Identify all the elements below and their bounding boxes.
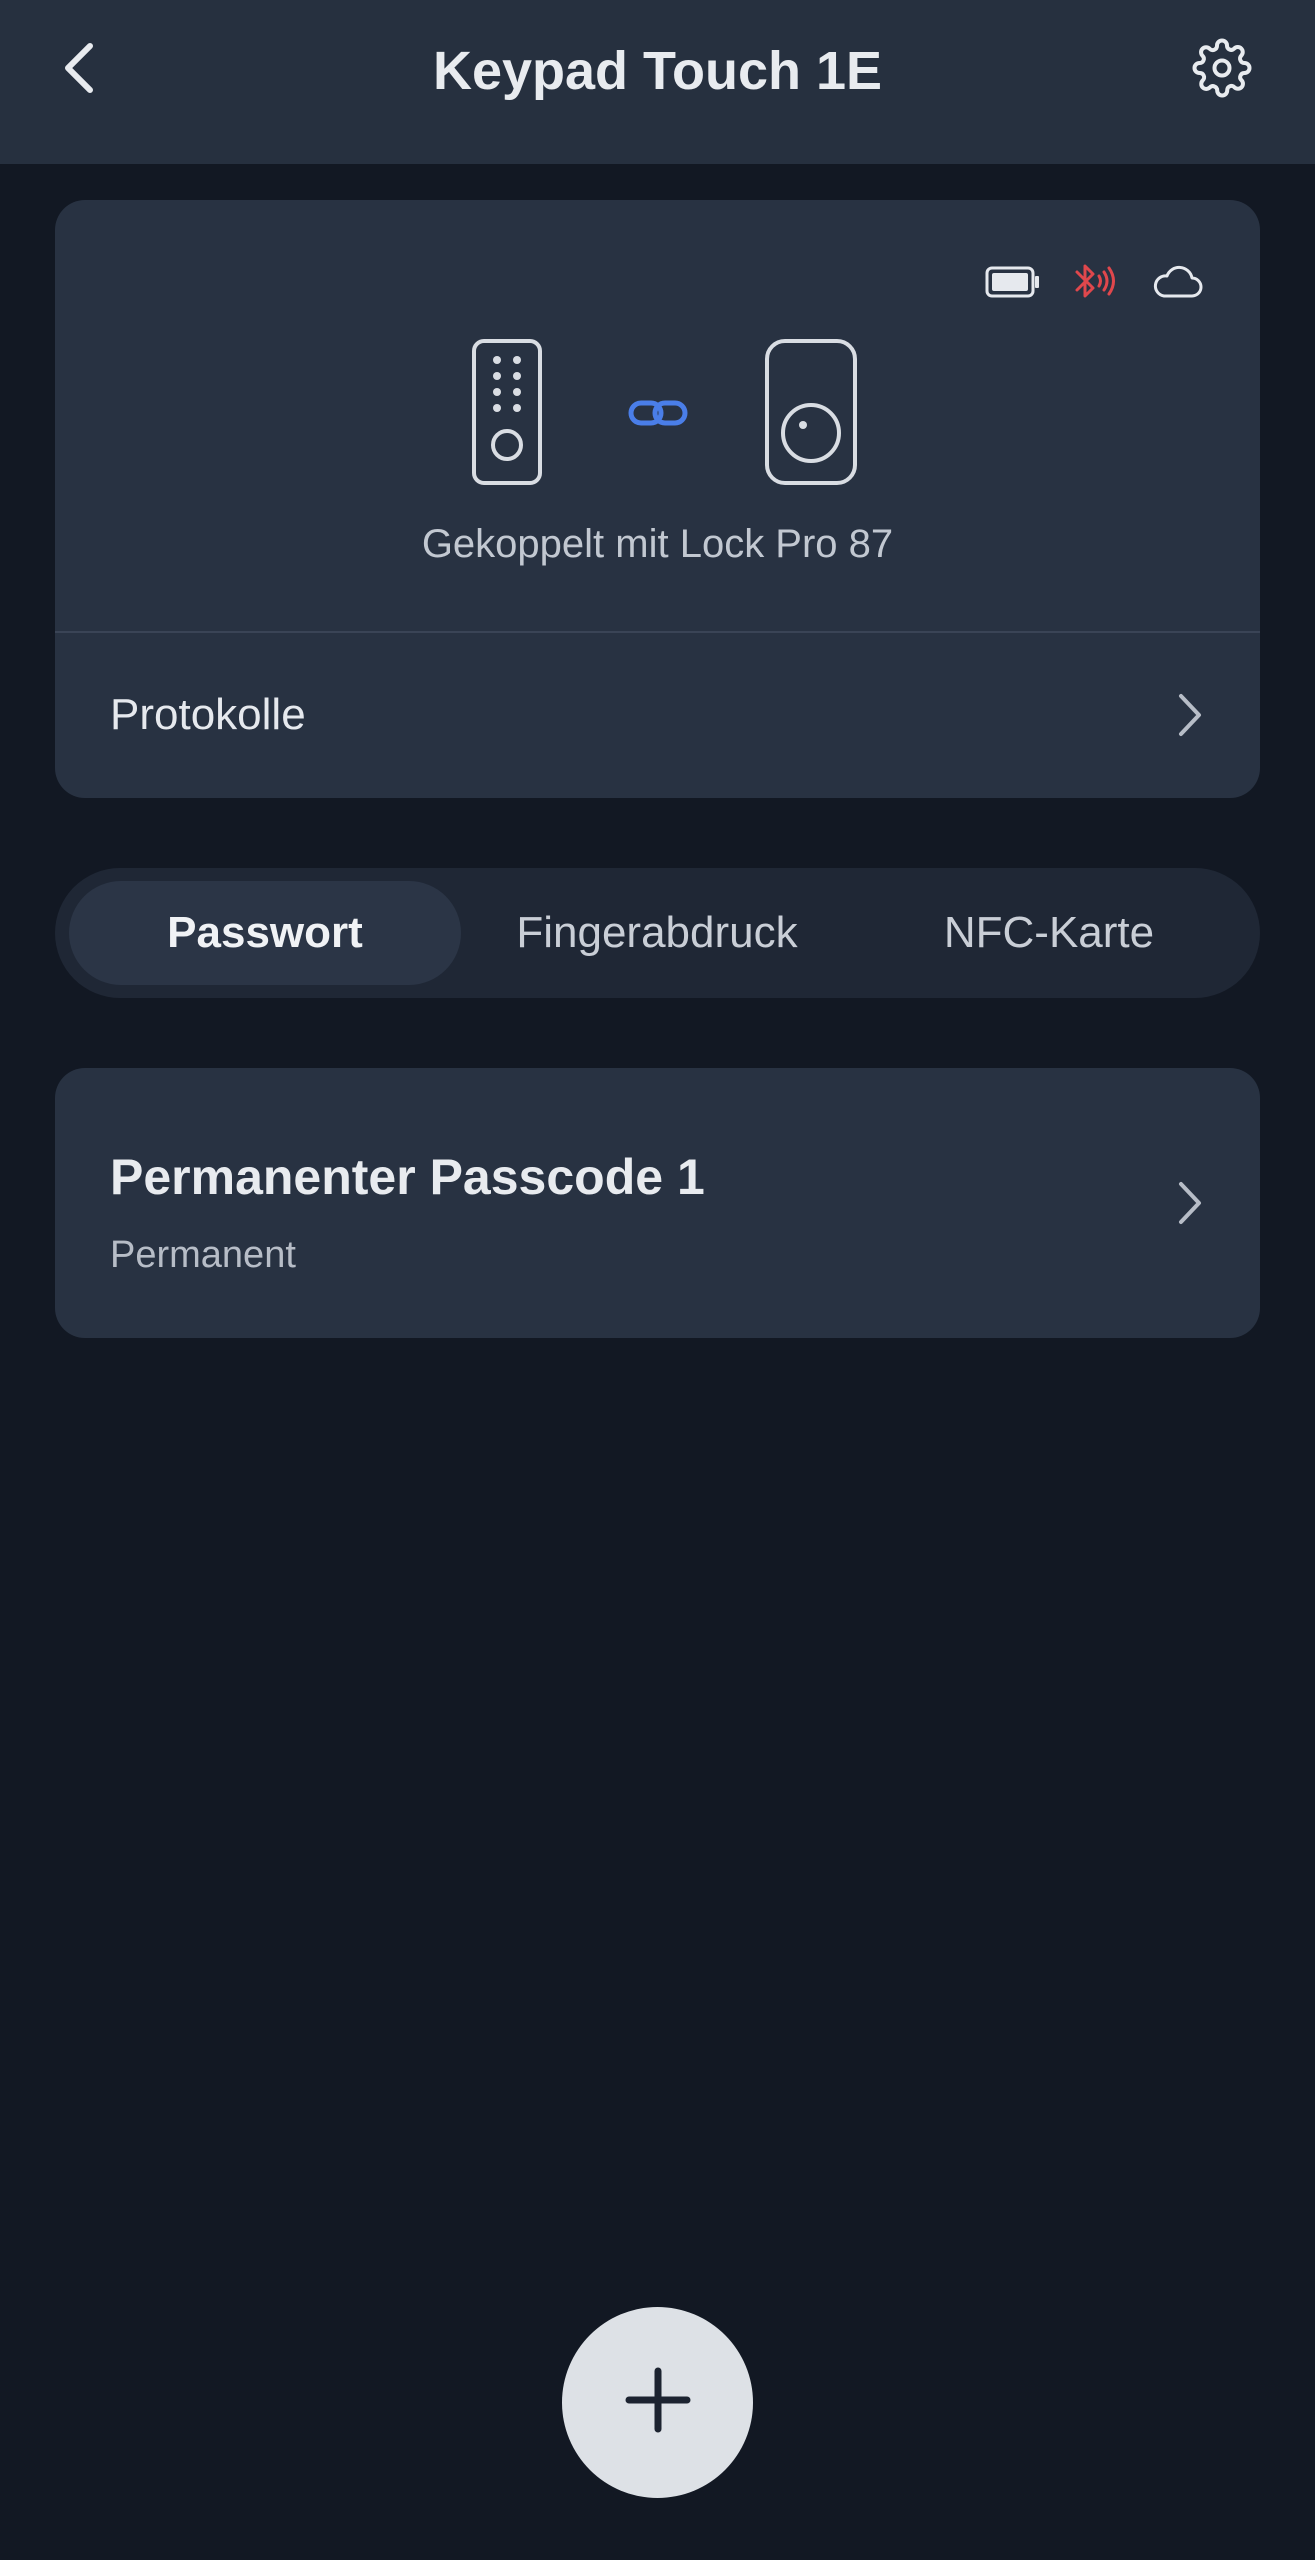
paired-status-text: Gekoppelt mit Lock Pro 87 bbox=[421, 522, 894, 566]
bluetooth-icon bbox=[1071, 260, 1119, 309]
status-icons bbox=[985, 260, 1205, 304]
passcode-list-item[interactable]: Permanenter Passcode 1 Permanent bbox=[55, 1068, 1260, 1338]
link-icon bbox=[627, 397, 689, 434]
tab-nfc-karte[interactable]: NFC-Karte bbox=[853, 881, 1245, 985]
passcode-title: Permanenter Passcode 1 bbox=[110, 1149, 705, 1205]
passcode-type: Permanent bbox=[110, 1234, 296, 1276]
plus-icon bbox=[623, 2365, 693, 2440]
settings-button[interactable] bbox=[1186, 34, 1258, 106]
battery-icon bbox=[985, 262, 1041, 307]
chevron-right-icon bbox=[1170, 1173, 1210, 1233]
logs-row[interactable]: Protokolle bbox=[55, 633, 1260, 798]
chevron-right-icon bbox=[1170, 685, 1210, 745]
add-passcode-button[interactable] bbox=[562, 2307, 753, 2498]
logs-label: Protokolle bbox=[110, 690, 306, 739]
gear-icon bbox=[1192, 38, 1252, 103]
cloud-icon bbox=[1150, 260, 1206, 309]
app-header: Keypad Touch 1E bbox=[0, 0, 1315, 164]
lock-device-icon bbox=[763, 337, 859, 492]
credential-tabs: Passwort Fingerabdruck NFC-Karte bbox=[55, 868, 1260, 998]
device-card: Gekoppelt mit Lock Pro 87 Protokolle bbox=[55, 200, 1260, 798]
keypad-device-icon bbox=[470, 337, 544, 492]
tab-passwort[interactable]: Passwort bbox=[69, 881, 461, 985]
tab-fingerabdruck[interactable]: Fingerabdruck bbox=[461, 881, 853, 985]
device-illustration bbox=[55, 337, 1260, 487]
page-title: Keypad Touch 1E bbox=[432, 41, 883, 101]
